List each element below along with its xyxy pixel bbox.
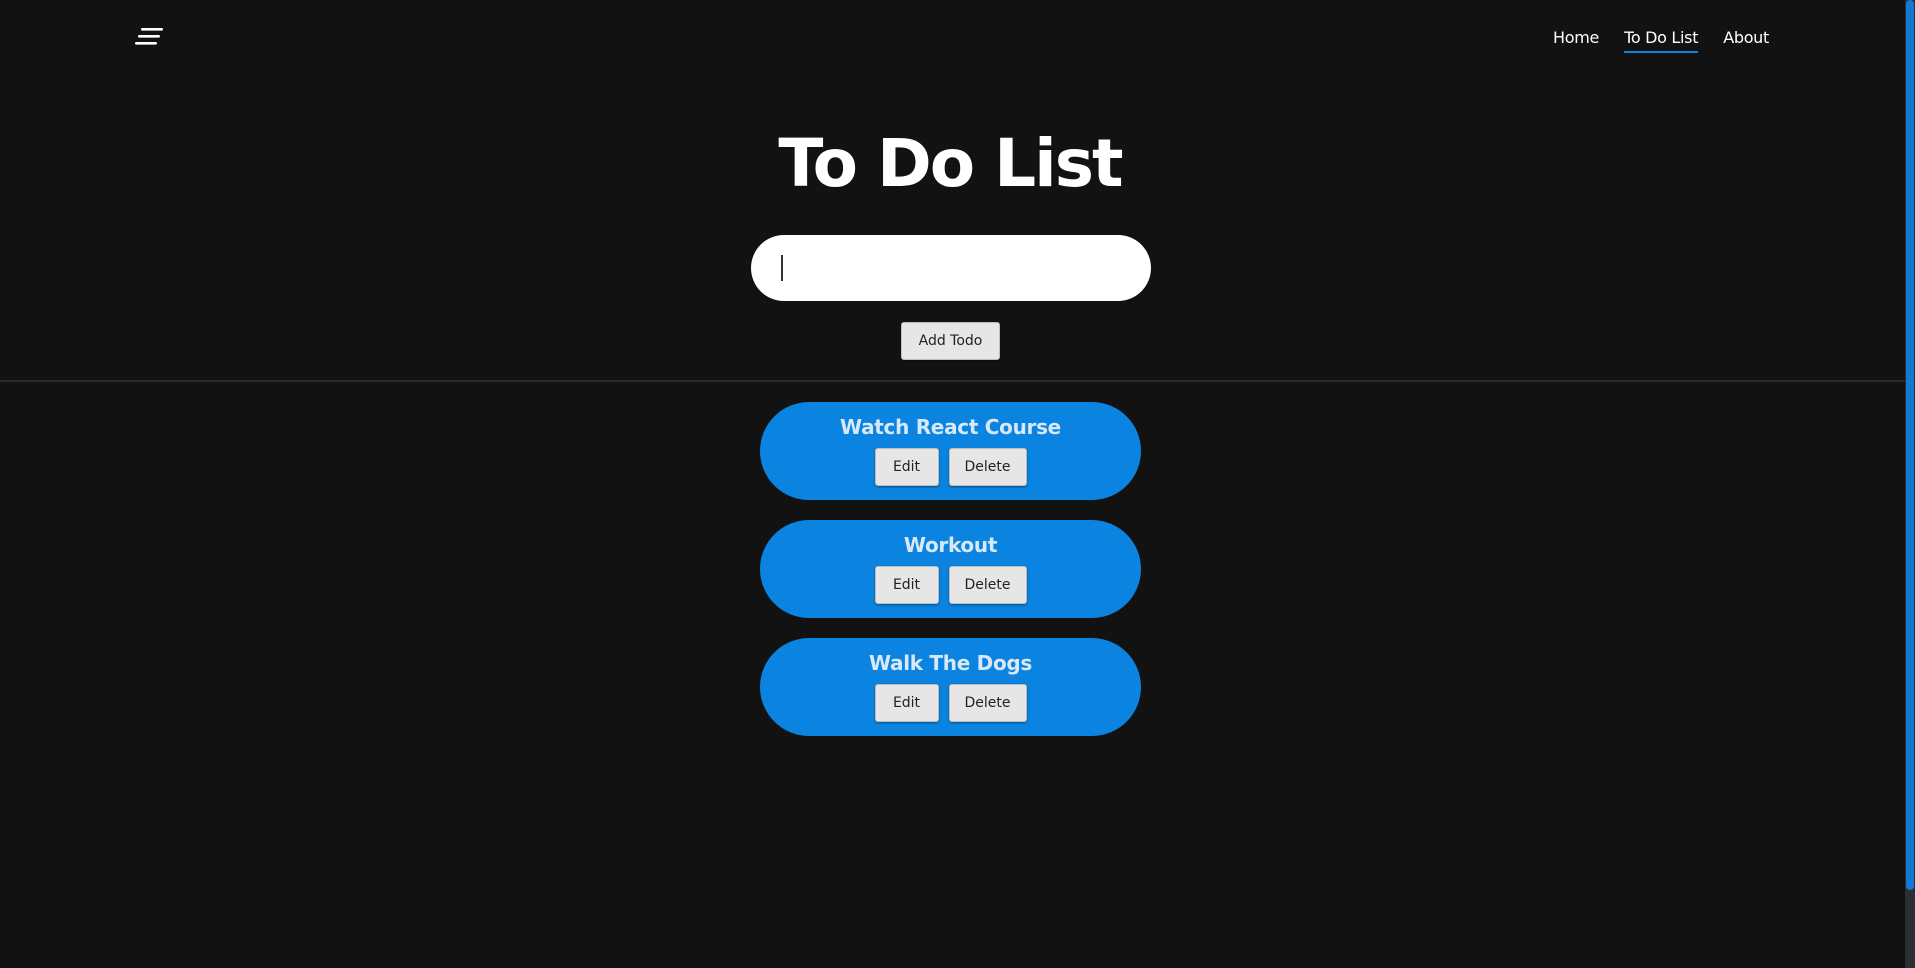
todo-list: Watch React Course Edit Delete Workout E… [760, 402, 1141, 736]
delete-button[interactable]: Delete [948, 448, 1027, 486]
edit-button[interactable]: Edit [874, 684, 939, 722]
divider [0, 380, 1905, 382]
todo-text: Watch React Course [840, 415, 1061, 439]
todo-actions: Edit Delete [874, 448, 1027, 486]
top-nav: Home To Do List About [1553, 28, 1769, 53]
page: Home To Do List About To Do List Add Tod… [0, 0, 1915, 968]
nav-link-to-do-list[interactable]: To Do List [1624, 28, 1698, 53]
delete-button[interactable]: Delete [948, 566, 1027, 604]
menu-lines-icon[interactable] [135, 28, 163, 46]
edit-button[interactable]: Edit [874, 448, 939, 486]
todo-text: Workout [903, 533, 998, 557]
page-title: To Do List [778, 125, 1123, 202]
todo-item: Walk The Dogs Edit Delete [760, 638, 1141, 736]
text-caret [781, 255, 783, 281]
todo-text: Walk The Dogs [868, 651, 1033, 675]
todo-actions: Edit Delete [874, 684, 1027, 722]
todo-actions: Edit Delete [874, 566, 1027, 604]
edit-button[interactable]: Edit [874, 566, 939, 604]
todo-item: Watch React Course Edit Delete [760, 402, 1141, 500]
todo-input[interactable] [751, 235, 1151, 301]
scrollbar-thumb[interactable] [1906, 0, 1914, 890]
add-todo-button[interactable]: Add Todo [901, 322, 1000, 360]
nav-link-about[interactable]: About [1723, 28, 1769, 53]
todo-item: Workout Edit Delete [760, 520, 1141, 618]
delete-button[interactable]: Delete [948, 684, 1027, 722]
nav-link-home[interactable]: Home [1553, 28, 1599, 53]
